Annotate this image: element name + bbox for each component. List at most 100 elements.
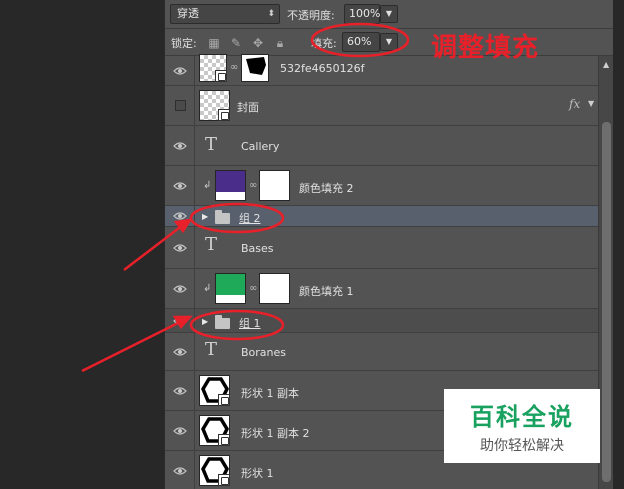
layer-name: 形状 1 副本 [241, 387, 299, 400]
chevron-down-icon: ▼ [385, 37, 393, 46]
visibility-toggle[interactable] [165, 371, 195, 410]
shape-layer-badge-icon [218, 394, 230, 406]
opacity-value: 100% [349, 7, 381, 20]
opacity-field[interactable]: 100% [344, 4, 380, 24]
eye-icon [173, 426, 187, 435]
layer-mask-thumbnail [241, 54, 269, 82]
visibility-toggle[interactable] [165, 309, 195, 332]
visibility-toggle[interactable] [165, 56, 195, 85]
layer-name: Bases [241, 242, 274, 255]
eye-icon [173, 466, 187, 475]
blend-mode-dropdown[interactable]: 穿透 ⬍ [170, 4, 280, 24]
layer-thumbnail [199, 54, 227, 82]
eye-icon [173, 386, 187, 395]
layer-row-bases[interactable]: T Bases [165, 227, 598, 269]
fill-dropdown-button[interactable]: ▼ [380, 33, 398, 51]
shape-layer-badge-icon [218, 474, 230, 486]
hidden-visibility-box-icon [175, 99, 186, 111]
eye-icon [173, 181, 187, 190]
expand-triangle-icon[interactable]: ▶ [202, 317, 208, 326]
layer-thumbnail [199, 90, 230, 121]
layer-name: 组 1 [239, 317, 261, 330]
folder-icon [215, 210, 230, 224]
chain-link-icon[interactable]: ∞ [249, 178, 257, 194]
visibility-toggle[interactable] [165, 451, 195, 489]
smart-object-badge-icon [218, 109, 230, 121]
layer-row-callery[interactable]: T Callery [165, 126, 598, 166]
visibility-toggle[interactable] [165, 333, 195, 370]
visibility-toggle[interactable] [165, 126, 195, 165]
type-T-icon: T [205, 234, 218, 255]
type-T-icon: T [205, 134, 218, 155]
blend-toolbar: 穿透 ⬍ 不透明度: 100% ▼ [165, 0, 613, 29]
layer-name: 532fe4650126f [280, 62, 365, 75]
lock-label: 锁定: [171, 37, 197, 50]
layer-row-color-fill-2[interactable]: ↲ ∞ 颜色填充 2 [165, 166, 598, 206]
layer-thumbnail [199, 455, 230, 486]
clipping-arrow-icon: ↲ [203, 283, 212, 294]
layer-name: 颜色填充 1 [299, 285, 354, 298]
layer-name: 颜色填充 2 [299, 182, 354, 195]
fill-slider-strip [216, 192, 245, 200]
visibility-toggle[interactable] [165, 166, 195, 205]
clipping-arrow-icon: ↲ [203, 180, 212, 191]
layers-scrollbar[interactable]: ▲ [598, 56, 613, 489]
mask-shape-icon [246, 57, 266, 75]
opacity-label: 不透明度: [287, 9, 335, 22]
layer-name: 封面 [237, 101, 259, 114]
eye-icon [173, 316, 187, 325]
padlock-icon[interactable]: 🔒︎ [273, 36, 287, 50]
layer-name: Callery [241, 140, 280, 153]
fill-field[interactable]: 60% [342, 32, 380, 52]
chain-link-icon[interactable]: ∞ [230, 60, 238, 76]
layer-row-boranes[interactable]: T Boranes [165, 333, 598, 371]
layer-row-group-2[interactable]: ▶ 组 2 [165, 206, 598, 227]
layer-name: 形状 1 [241, 467, 274, 480]
fill-color-swatch [215, 273, 246, 304]
eye-icon [173, 66, 187, 75]
visibility-toggle[interactable] [165, 86, 195, 125]
watermark-title: 百科全说 [470, 403, 574, 431]
layer-thumbnail [199, 375, 230, 406]
layer-name: 组 2 [239, 212, 261, 225]
eye-icon [173, 212, 187, 220]
layer-thumbnail [199, 415, 230, 446]
chevron-down-icon: ▼ [385, 9, 393, 18]
layer-mask-thumbnail [259, 170, 290, 201]
folder-icon [215, 315, 230, 329]
visibility-toggle[interactable] [165, 269, 195, 308]
blend-mode-value: 穿透 [177, 7, 199, 20]
fill-label: 填充: [311, 37, 337, 50]
visibility-toggle[interactable] [165, 227, 195, 268]
chevron-down-icon[interactable]: ▼ [588, 99, 594, 108]
chain-link-icon[interactable]: ∞ [249, 281, 257, 297]
layer-name: 形状 1 副本 2 [241, 427, 310, 440]
fill-color-swatch [215, 170, 246, 201]
eye-icon [173, 347, 187, 356]
brush-lock-icon[interactable]: ✎ [229, 36, 243, 50]
eye-icon [173, 243, 187, 252]
eye-icon [173, 141, 187, 150]
layer-name: Boranes [241, 346, 287, 359]
layer-row-cover[interactable]: 封面 fx ▼ [165, 86, 598, 126]
scroll-up-arrow-icon[interactable]: ▲ [603, 60, 609, 69]
visibility-toggle[interactable] [165, 411, 195, 450]
fx-icon[interactable]: fx [569, 97, 580, 111]
move-lock-icon[interactable]: ✥ [251, 36, 265, 50]
layer-row-group-1[interactable]: ▶ 组 1 [165, 309, 598, 333]
fill-value: 60% [347, 35, 372, 48]
watermark-subtitle: 助你轻松解决 [480, 438, 564, 454]
annotation-title: 调整填充 [431, 33, 540, 63]
expand-triangle-icon[interactable]: ▶ [202, 212, 208, 221]
eye-icon [173, 284, 187, 293]
scrollbar-thumb[interactable] [602, 122, 611, 482]
opacity-dropdown-button[interactable]: ▼ [380, 5, 398, 23]
visibility-toggle[interactable] [165, 206, 195, 226]
checkerboard-lock-icon[interactable]: ▦ [207, 36, 221, 50]
layer-row-color-fill-1[interactable]: ↲ ∞ 颜色填充 1 [165, 269, 598, 309]
updown-arrow-icon: ⬍ [267, 9, 275, 19]
shape-layer-badge-icon [218, 434, 230, 446]
fill-slider-strip [216, 295, 245, 303]
watermark: 百科全说 助你轻松解决 [444, 389, 600, 463]
layer-mask-thumbnail [259, 273, 290, 304]
